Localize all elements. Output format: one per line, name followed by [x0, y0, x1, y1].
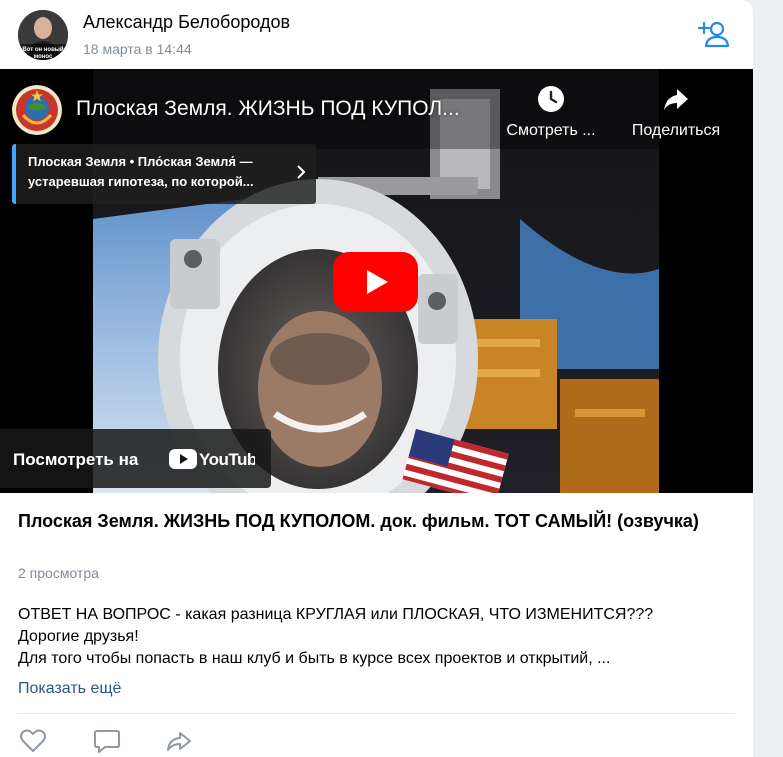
video-player[interactable]: Плоская Земля. ЖИЗНЬ ПОД КУПОЛ... Смотре… — [0, 69, 753, 493]
comment-button[interactable] — [92, 727, 122, 755]
post-title[interactable]: Плоская Земля. ЖИЗНЬ ПОД КУПОЛОМ. док. ф… — [18, 508, 718, 534]
svg-text:монос: монос — [34, 54, 53, 60]
post-actions — [18, 727, 218, 755]
post-description: ОТВЕТ НА ВОПРОС - какая разница КРУГЛАЯ … — [18, 604, 738, 670]
youtube-logo-icon: YouTube — [169, 449, 255, 469]
youtube-wordmark: YouTube — [199, 450, 255, 469]
author-name[interactable]: Александр Белобородов — [83, 12, 290, 33]
post-date[interactable]: 18 марта в 14:44 — [83, 41, 192, 57]
playlist-line-1: Плоская Земля • Пло́ская Земля́ — — [28, 154, 253, 169]
post-header: Вот он новый монос Александр Белобородов… — [0, 0, 753, 69]
add-friend-icon — [697, 21, 730, 48]
description-line: Для того чтобы попасть в наш клуб и быть… — [18, 650, 611, 667]
video-share-label: Поделиться — [631, 122, 721, 139]
author-avatar[interactable]: Вот он новый монос — [18, 10, 68, 60]
share-button[interactable] — [164, 727, 194, 755]
divider — [18, 713, 734, 714]
show-more-link[interactable]: Показать ещё — [18, 680, 121, 698]
add-friend-button[interactable] — [697, 19, 734, 51]
avatar-image: Вот он новый монос — [18, 10, 68, 60]
description-line: Дорогие друзья! — [18, 628, 139, 645]
share-arrow-icon — [664, 89, 688, 110]
watch-later-button[interactable]: Смотреть ... — [496, 85, 606, 140]
playlist-line-2: устаревшая гипотеза, по которой... — [28, 174, 254, 189]
post-card: Вот он новый монос Александр Белобородов… — [0, 0, 753, 757]
channel-icon[interactable] — [12, 85, 62, 135]
play-icon — [333, 252, 418, 312]
play-button[interactable] — [333, 252, 418, 312]
description-line: ОТВЕТ НА ВОПРОС - какая разница КРУГЛАЯ … — [18, 606, 654, 623]
ussr-emblem-icon — [12, 85, 62, 135]
like-button[interactable] — [18, 727, 48, 755]
video-share-button[interactable]: Поделиться — [621, 85, 731, 140]
share-icon — [167, 732, 191, 751]
chevron-right-icon — [297, 165, 306, 179]
heart-icon — [20, 729, 46, 752]
clock-icon — [538, 86, 564, 112]
watch-on-label: Посмотреть на — [13, 450, 139, 469]
watch-on-youtube-button[interactable]: Посмотреть на YouTube — [0, 429, 271, 488]
view-count: 2 просмотра — [18, 565, 99, 581]
svg-text:Вот он новый: Вот он новый — [22, 46, 64, 53]
comment-icon — [94, 730, 120, 753]
playlist-card[interactable]: Плоская Земля • Пло́ская Земля́ — устаре… — [12, 144, 316, 204]
watch-later-label: Смотреть ... — [506, 122, 596, 139]
video-title-overlay[interactable]: Плоская Земля. ЖИЗНЬ ПОД КУПОЛ... — [76, 97, 460, 121]
